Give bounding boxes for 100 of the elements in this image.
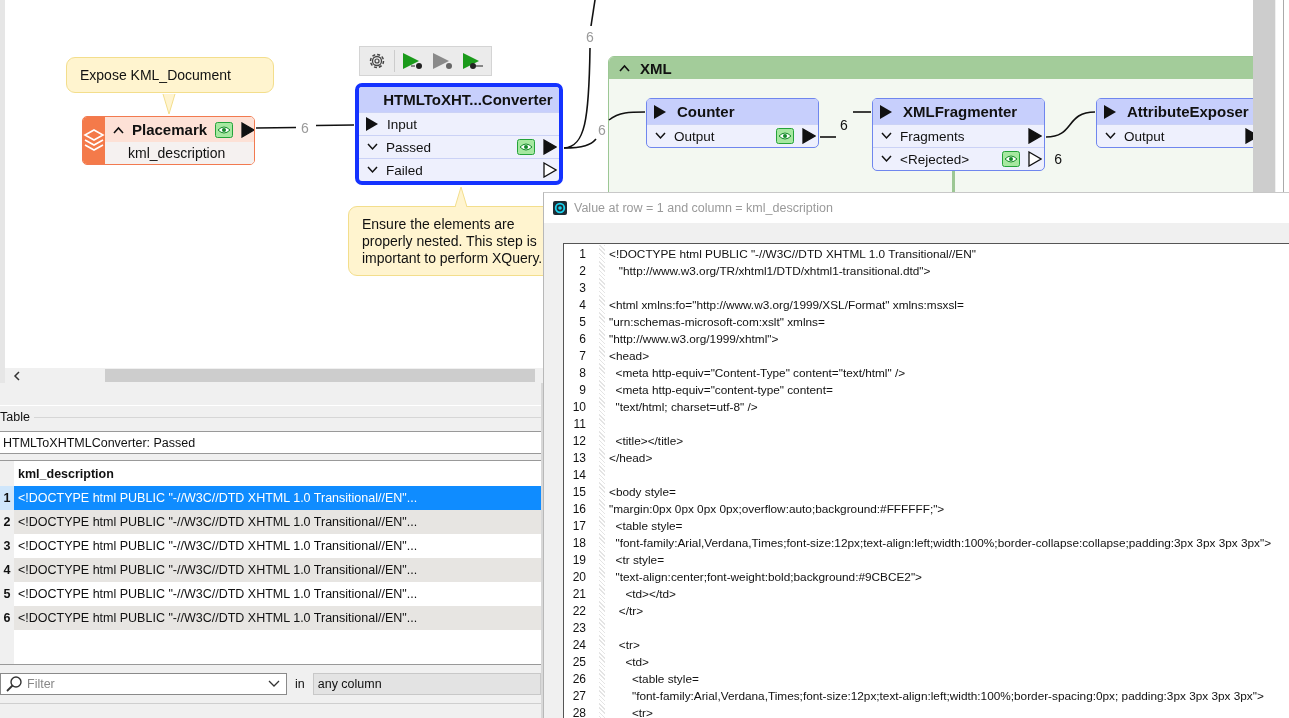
table-row[interactable]: 4 <!DOCTYPE html PUBLIC "-//W3C//DTD XHTML 1.0 Transitional//EN"... bbox=[0, 558, 541, 582]
filter-field[interactable]: Filter bbox=[0, 673, 287, 695]
line-number: 11 bbox=[572, 416, 586, 431]
output-port-icon[interactable] bbox=[802, 128, 816, 144]
line-number: 24 bbox=[571, 637, 586, 652]
input-port-icon[interactable] bbox=[879, 103, 893, 120]
node-header[interactable]: Counter bbox=[647, 99, 818, 124]
annotation-text: Expose KML_Document bbox=[80, 67, 232, 84]
eye-icon[interactable] bbox=[517, 139, 535, 155]
table-cell-text: <!DOCTYPE html PUBLIC "-//W3C//DTD XHTML 1.0 Transitional//EN"... bbox=[17, 587, 418, 601]
code-line: </head> bbox=[609, 450, 653, 465]
run-icon[interactable] bbox=[461, 51, 485, 71]
connection-line[interactable] bbox=[590, 0, 596, 27]
port-row[interactable]: Input bbox=[359, 112, 559, 135]
node-title: Placemark bbox=[132, 121, 208, 138]
line-number: 27 bbox=[571, 688, 586, 703]
line-number: 2 bbox=[578, 263, 586, 278]
connection-line[interactable] bbox=[563, 138, 597, 149]
chevron-icon[interactable] bbox=[881, 155, 892, 163]
table-row[interactable]: 1 <!DOCTYPE html PUBLIC "-//W3C//DTD XHTML 1.0 Transitional//EN"... bbox=[0, 486, 541, 510]
feature-count: 6 bbox=[1054, 151, 1062, 167]
port-name: <Rejected> bbox=[900, 151, 970, 167]
code-line: "urn:schemas-microsoft-com:xslt" xmlns= bbox=[609, 314, 825, 329]
line-number: 25 bbox=[571, 654, 586, 669]
bookmark-header[interactable]: XML bbox=[609, 57, 1253, 79]
row-number: 2 bbox=[0, 510, 14, 534]
reader-node[interactable]: Placemark kml_description bbox=[82, 116, 255, 165]
chevron-icon[interactable] bbox=[1105, 132, 1116, 140]
filter-input[interactable]: Filter bbox=[27, 677, 264, 691]
line-number: 21 bbox=[571, 586, 586, 601]
output-port-icon[interactable] bbox=[543, 139, 557, 155]
app-icon bbox=[553, 201, 567, 215]
port-row[interactable]: Passed bbox=[359, 135, 559, 158]
line-number: 16 bbox=[571, 501, 586, 516]
run-icon[interactable] bbox=[401, 51, 425, 71]
connection-line[interactable] bbox=[608, 111, 646, 121]
column-scope-dropdown[interactable]: any column bbox=[312, 673, 541, 695]
line-number: 19 bbox=[571, 552, 586, 567]
code-line: <meta http-equiv="Content-Type" content="text/html" /> bbox=[614, 365, 906, 380]
eye-icon[interactable] bbox=[776, 128, 794, 144]
port-row[interactable]: Failed bbox=[359, 158, 559, 181]
line-number: 8 bbox=[578, 365, 586, 380]
table-cell-text: <!DOCTYPE html PUBLIC "-//W3C//DTD XHTML 1.0 Transitional//EN"... bbox=[17, 515, 418, 529]
chevron-icon[interactable] bbox=[367, 143, 378, 151]
port-name: Input bbox=[387, 116, 418, 132]
input-port-icon[interactable] bbox=[1103, 103, 1117, 120]
eye-icon[interactable] bbox=[215, 121, 234, 138]
transformer-node[interactable]: AttributeExposer Output bbox=[1096, 98, 1253, 148]
scroll-left-icon[interactable] bbox=[13, 370, 21, 381]
line-number: 23 bbox=[571, 620, 586, 635]
table-cell-text: <!DOCTYPE html PUBLIC "-//W3C//DTD XHTML 1.0 Transitional//EN"... bbox=[17, 539, 418, 553]
horizontal-scrollbar[interactable] bbox=[0, 368, 535, 383]
chevron-icon[interactable] bbox=[881, 132, 892, 140]
input-port-icon[interactable] bbox=[365, 116, 379, 132]
dropdown-caret-icon[interactable] bbox=[268, 680, 280, 688]
chevron-icon[interactable] bbox=[655, 132, 666, 140]
line-number: 22 bbox=[571, 603, 586, 618]
connection-line[interactable] bbox=[315, 124, 355, 127]
code-line: <table style= bbox=[630, 671, 699, 686]
row-number: 4 bbox=[0, 558, 14, 582]
column-header[interactable]: kml_description bbox=[14, 461, 114, 486]
code-line: <head> bbox=[609, 348, 650, 363]
annotation-note[interactable]: Expose KML_Document bbox=[66, 57, 274, 93]
output-port-icon[interactable] bbox=[241, 121, 254, 138]
transformer-node[interactable]: HTMLToXHT...Converter Input Passed Failed bbox=[355, 83, 563, 185]
source-field: HTMLToXHTMLConverter: Passed bbox=[0, 431, 541, 454]
table-row[interactable]: 6 <!DOCTYPE html PUBLIC "-//W3C//DTD XHTML 1.0 Transitional//EN"... bbox=[0, 606, 541, 630]
input-port-icon[interactable] bbox=[653, 103, 667, 120]
node-header[interactable]: XMLFragmenter bbox=[873, 99, 1044, 124]
annotation-tail bbox=[454, 186, 468, 207]
feature-count: 6 bbox=[301, 121, 309, 135]
bookmark-title: XML bbox=[640, 59, 672, 77]
node-header[interactable]: AttributeExposer bbox=[1097, 99, 1253, 124]
port-row[interactable]: Fragments bbox=[873, 124, 1044, 147]
caret-icon[interactable] bbox=[113, 125, 124, 134]
code-line: "text/html; charset=utf-8" /> bbox=[614, 399, 758, 414]
connection-line[interactable] bbox=[819, 136, 837, 138]
line-number: 6 bbox=[578, 331, 586, 346]
table-cell-text: <!DOCTYPE html PUBLIC "-//W3C//DTD XHTML 1.0 Transitional//EN"... bbox=[17, 563, 418, 577]
connection-line[interactable] bbox=[1045, 111, 1096, 138]
feature-count: 6 bbox=[586, 30, 594, 44]
caret-icon[interactable] bbox=[619, 64, 630, 72]
feature-count: 6 bbox=[840, 118, 848, 132]
port-row[interactable]: Output bbox=[647, 124, 818, 147]
output-port-icon[interactable] bbox=[1028, 128, 1042, 144]
chevron-icon[interactable] bbox=[367, 166, 378, 174]
node-header[interactable]: HTMLToXHT...Converter bbox=[359, 87, 559, 112]
transformer-node[interactable]: Counter Output bbox=[646, 98, 819, 148]
line-number: 3 bbox=[578, 280, 586, 295]
output-port-icon[interactable] bbox=[1028, 151, 1042, 167]
table-row[interactable]: 2 <!DOCTYPE html PUBLIC "-//W3C//DTD XHTML 1.0 Transitional//EN"... bbox=[0, 510, 541, 534]
output-port-icon[interactable] bbox=[543, 162, 557, 178]
connection-line[interactable] bbox=[852, 111, 872, 113]
connection-line[interactable] bbox=[255, 126, 297, 129]
feature-count: 6 bbox=[598, 123, 606, 137]
row-number: 3 bbox=[0, 534, 14, 558]
code-line: <tr style= bbox=[614, 552, 665, 567]
eye-icon[interactable] bbox=[1002, 151, 1020, 167]
code-line: <tr> bbox=[617, 637, 640, 652]
node-title: AttributeExposer bbox=[1127, 103, 1249, 120]
